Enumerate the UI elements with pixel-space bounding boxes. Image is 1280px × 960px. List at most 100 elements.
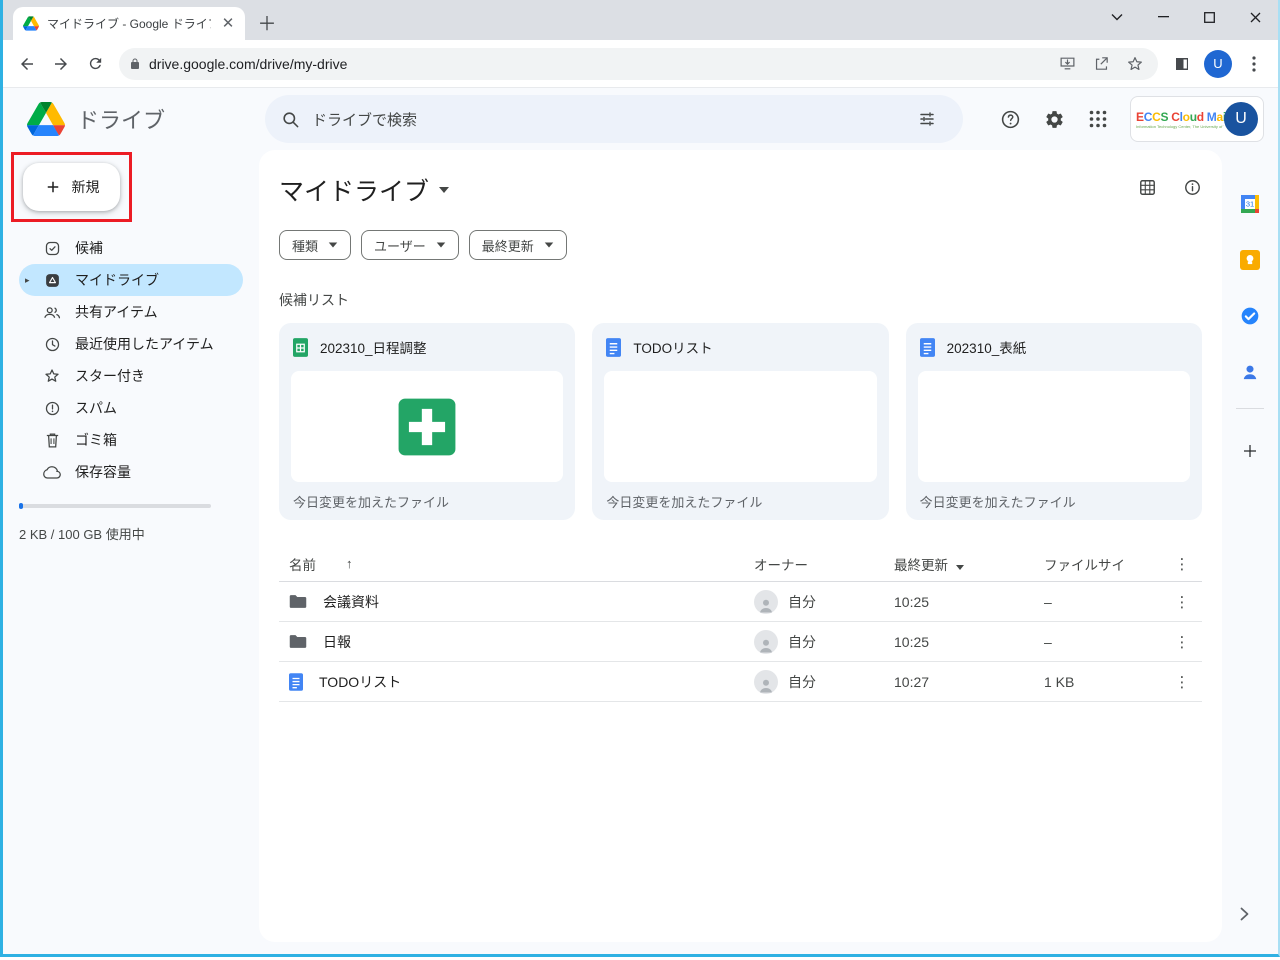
eccs-account-badge[interactable]: ECCS Cloud Mail Information Technology C… xyxy=(1130,96,1264,142)
sidebar-item-starred[interactable]: スター付き xyxy=(19,360,243,392)
card-file-name: 202310_表紙 xyxy=(947,337,1027,357)
expand-arrow-icon[interactable]: ▸ xyxy=(25,275,30,286)
sidebar-item-spam[interactable]: スパム xyxy=(19,392,243,424)
column-header-modified[interactable]: 最終更新 xyxy=(894,554,1044,574)
card-reason: 今日変更を加えたファイル xyxy=(592,482,888,520)
filter-chip-user[interactable]: ユーザー xyxy=(361,230,459,260)
help-icon[interactable] xyxy=(990,99,1030,139)
svg-text:31: 31 xyxy=(1246,200,1254,209)
table-options-icon[interactable]: ⋮ xyxy=(1162,555,1202,573)
row-options-icon[interactable]: ⋮ xyxy=(1162,633,1202,651)
back-icon[interactable] xyxy=(11,48,43,80)
search-options-icon[interactable] xyxy=(907,99,947,139)
column-header-owner[interactable]: オーナー xyxy=(754,554,894,574)
browser-tab[interactable]: マイドライブ - Google ドライブ ✕ xyxy=(13,7,245,40)
sort-descending-icon xyxy=(956,565,964,570)
column-header-name[interactable]: 名前 xyxy=(289,554,316,574)
annotation-red-box: 新規 xyxy=(11,152,132,222)
sidebar-item-suggested[interactable]: 候補 xyxy=(19,232,243,264)
tasks-app-icon[interactable] xyxy=(1238,288,1262,344)
new-tab-button[interactable]: ＋ xyxy=(253,8,281,36)
address-bar[interactable]: drive.google.com/drive/my-drive xyxy=(119,48,1158,80)
filter-chip-modified[interactable]: 最終更新 xyxy=(469,230,567,260)
sidebar-item-trash[interactable]: ゴミ箱 xyxy=(19,424,243,456)
sidebar-item-label: 共有アイテム xyxy=(75,302,158,322)
drive-logo-icon xyxy=(27,102,65,136)
search-placeholder: ドライブで検索 xyxy=(312,109,895,130)
share-icon[interactable] xyxy=(1088,51,1114,77)
account-avatar[interactable]: U xyxy=(1224,102,1258,136)
side-apps-bar: 31 xyxy=(1222,150,1278,942)
chevron-down-icon xyxy=(439,187,449,193)
bookmark-star-icon[interactable] xyxy=(1122,51,1148,77)
people-icon xyxy=(43,305,61,320)
row-options-icon[interactable]: ⋮ xyxy=(1162,673,1202,691)
card-preview xyxy=(291,371,563,482)
apps-grid-icon[interactable] xyxy=(1078,99,1118,139)
row-options-icon[interactable]: ⋮ xyxy=(1162,593,1202,611)
my-drive-icon xyxy=(43,272,61,289)
file-name: 会議資料 xyxy=(323,592,379,612)
storage-meter: 2 KB / 100 GB 使用中 xyxy=(19,504,243,543)
drive-app: ドライブ 新規 候補 ▸ xyxy=(3,88,1278,954)
url-text: drive.google.com/drive/my-drive xyxy=(149,56,1046,72)
forward-icon[interactable] xyxy=(45,48,77,80)
page-title[interactable]: マイドライブ xyxy=(279,172,449,208)
details-info-icon[interactable] xyxy=(1183,178,1202,202)
sidebar-item-label: 最近使用したアイテム xyxy=(75,334,214,354)
storage-text: 2 KB / 100 GB 使用中 xyxy=(19,524,243,543)
settings-gear-icon[interactable] xyxy=(1034,99,1074,139)
minimize-icon[interactable] xyxy=(1140,0,1186,34)
new-button[interactable]: 新規 xyxy=(23,163,120,211)
add-side-app-icon[interactable] xyxy=(1238,423,1262,479)
keep-app-icon[interactable] xyxy=(1238,232,1262,288)
folder-icon xyxy=(289,634,307,649)
sidebar-item-label: マイドライブ xyxy=(75,270,159,290)
table-row[interactable]: TODOリスト 自分 10:27 1 KB ⋮ xyxy=(279,662,1202,702)
tab-close-icon[interactable]: ✕ xyxy=(219,15,237,33)
search-bar[interactable]: ドライブで検索 xyxy=(265,95,963,143)
column-header-size[interactable]: ファイルサイ xyxy=(1044,554,1162,574)
chevron-down-icon xyxy=(437,242,446,247)
owner-name: 自分 xyxy=(788,632,816,652)
filter-chips: 種類 ユーザー 最終更新 xyxy=(279,230,1202,260)
owner-avatar-icon xyxy=(754,590,778,614)
install-app-icon[interactable] xyxy=(1054,51,1080,77)
suggested-section-label: 候補リスト xyxy=(279,290,1202,310)
reload-icon[interactable] xyxy=(79,48,111,80)
grid-view-icon[interactable] xyxy=(1138,178,1157,202)
calendar-app-icon[interactable]: 31 xyxy=(1238,176,1262,232)
sidebar-item-recent[interactable]: 最近使用したアイテム xyxy=(19,328,243,360)
sort-ascending-icon[interactable]: ↑ xyxy=(346,556,353,571)
suggestion-card[interactable]: TODOリスト 今日変更を加えたファイル xyxy=(592,323,888,520)
card-reason: 今日変更を加えたファイル xyxy=(906,482,1202,520)
file-size: – xyxy=(1044,634,1162,650)
card-preview xyxy=(918,371,1190,482)
close-window-icon[interactable] xyxy=(1232,0,1278,34)
browser-avatar[interactable]: U xyxy=(1204,50,1232,78)
approval-check-icon xyxy=(43,240,61,257)
hide-side-panel-icon[interactable] xyxy=(1240,907,1249,926)
main-panel: マイドライブ xyxy=(259,150,1222,942)
suggestion-card[interactable]: 202310_日程調整 今日変更を加えたファイル xyxy=(279,323,575,520)
table-row[interactable]: 日報 自分 10:25 – ⋮ xyxy=(279,622,1202,662)
contacts-app-icon[interactable] xyxy=(1238,344,1262,400)
owner-name: 自分 xyxy=(788,592,816,612)
browser-menu-icon[interactable] xyxy=(1238,48,1270,80)
lock-icon xyxy=(129,57,141,71)
sidebar-item-shared[interactable]: 共有アイテム xyxy=(19,296,243,328)
suggestion-card[interactable]: 202310_表紙 今日変更を加えたファイル xyxy=(906,323,1202,520)
maximize-icon[interactable] xyxy=(1186,0,1232,34)
folder-icon xyxy=(289,594,307,609)
trash-icon xyxy=(43,432,61,449)
sidebar-item-storage[interactable]: 保存容量 xyxy=(19,456,243,488)
card-file-name: 202310_日程調整 xyxy=(320,337,427,357)
table-row[interactable]: 会議資料 自分 10:25 – ⋮ xyxy=(279,582,1202,622)
filter-chip-type[interactable]: 種類 xyxy=(279,230,351,260)
side-panel-icon[interactable] xyxy=(1166,48,1198,80)
sidebar-item-label: ゴミ箱 xyxy=(75,430,117,450)
sidebar-item-my-drive[interactable]: ▸ マイドライブ xyxy=(19,264,243,296)
sidebar-nav: 候補 ▸ マイドライブ 共有アイテム xyxy=(3,232,259,488)
divider xyxy=(1236,408,1264,409)
tab-search-icon[interactable] xyxy=(1094,0,1140,34)
